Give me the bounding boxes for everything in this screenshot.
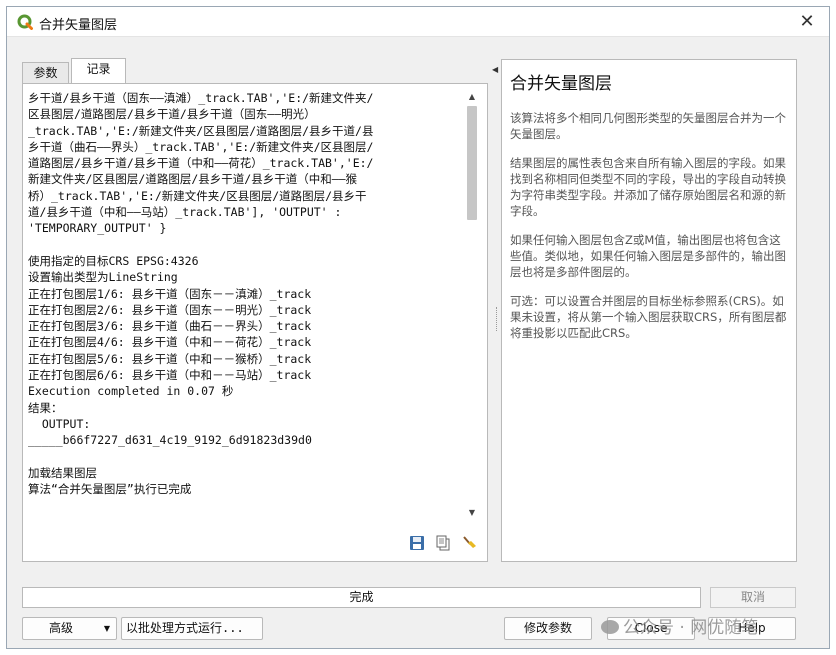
- help-title: 合并矢量图层: [510, 74, 612, 94]
- chevron-down-icon: ▼: [103, 624, 110, 633]
- watermark: 公众号 · 网优随笔: [601, 613, 758, 638]
- log-line: 乡干道（曲石——界头）_track.TAB','E:/新建文件夹/区县图层/: [28, 139, 374, 154]
- log-line: 正在打包图层5/6: 县乡干道（中和－－猴桥）_track: [28, 351, 312, 366]
- log-line: Execution completed in 0.07 秒: [28, 384, 234, 399]
- copy-icon[interactable]: [435, 535, 451, 551]
- watermark-text: 公众号 · 网优随笔: [623, 618, 759, 638]
- help-panel: 合并矢量图层 该算法将多个相同几何图形类型的矢量图层合并为一个矢量图层。 结果图…: [501, 59, 797, 562]
- log-line: 正在打包图层6/6: 县乡干道（中和－－马站）_track: [28, 368, 312, 383]
- advanced-dropdown-button[interactable]: 高级 ▼: [22, 617, 117, 640]
- window-title: 合并矢量图层: [39, 18, 118, 33]
- log-text: 乡干道/县乡干道（固东——滇滩）_track.TAB','E:/新建文件夹/区县…: [28, 90, 464, 520]
- scroll-down-arrow-icon[interactable]: ▼: [465, 506, 479, 520]
- log-line: 正在打包图层4/6: 县乡干道（中和－－荷花）_track: [28, 335, 312, 350]
- log-line: 算法“合并矢量图层”执行已完成: [28, 482, 192, 497]
- collapse-panel-arrow-icon[interactable]: ◀: [492, 65, 498, 74]
- save-icon[interactable]: [409, 535, 425, 551]
- tab-log[interactable]: 记录: [71, 58, 126, 83]
- log-line: 正在打包图层1/6: 县乡干道（固东－－滇滩）_track: [28, 286, 312, 301]
- log-panel: 乡干道/县乡干道（固东——滇滩）_track.TAB','E:/新建文件夹/区县…: [22, 83, 488, 562]
- log-line: OUTPUT:: [28, 416, 91, 431]
- modify-parameters-button[interactable]: 修改参数: [504, 617, 592, 640]
- log-toolbar: [409, 535, 479, 553]
- title-bar: 合并矢量图层 ✕: [7, 7, 829, 37]
- log-line: 'TEMPORARY_OUTPUT' }: [28, 221, 167, 236]
- dialog-window: 合并矢量图层 ✕ 参数 记录 乡干道/县乡干道（固东——滇滩）_track.TA…: [6, 6, 830, 649]
- log-line: 道/县乡干道（中和——马站）_track.TAB'], 'OUTPUT' :: [28, 205, 342, 220]
- window-close-button[interactable]: ✕: [793, 9, 821, 35]
- scroll-up-arrow-icon[interactable]: ▲: [465, 90, 479, 104]
- scroll-thumb[interactable]: [467, 106, 477, 220]
- log-line: 道路图层/县乡干道/县乡干道（中和——荷花）_track.TAB','E:/: [28, 156, 374, 171]
- log-line: 加载结果图层: [28, 465, 97, 480]
- clear-broom-icon[interactable]: [461, 535, 477, 551]
- log-line: 使用指定的目标CRS EPSG:4326: [28, 253, 199, 268]
- qgis-icon: [17, 14, 33, 30]
- log-line: 正在打包图层3/6: 县乡干道（曲石－－界头）_track: [28, 319, 312, 334]
- log-line: 正在打包图层2/6: 县乡干道（固东－－明光）_track: [28, 302, 312, 317]
- help-paragraph: 可选：可以设置合并图层的目标坐标参照系(CRS)。如果未设置，将从第一个输入图层…: [510, 294, 787, 340]
- help-paragraph: 该算法将多个相同几何图形类型的矢量图层合并为一个矢量图层。: [510, 111, 786, 141]
- wechat-icon: [601, 620, 619, 634]
- progress-bar: 完成: [22, 587, 701, 608]
- log-line: _track.TAB','E:/新建文件夹/区县图层/道路图层/县乡干道/县: [28, 123, 374, 138]
- log-line: 桥）_track.TAB','E:/新建文件夹/区县图层/道路图层/县乡干: [28, 188, 367, 203]
- help-paragraph: 如果任何输入图层包含Z或M值，输出图层也将包含这些值。类似地，如果任何输入图层是…: [510, 233, 786, 279]
- panel-splitter[interactable]: [496, 307, 498, 331]
- tab-parameters[interactable]: 参数: [22, 62, 69, 83]
- log-line: 结果：: [28, 400, 63, 415]
- log-scrollbar[interactable]: ▲ ▼: [465, 90, 479, 520]
- run-batch-button[interactable]: 以批处理方式运行...: [121, 617, 263, 640]
- cancel-button[interactable]: 取消: [710, 587, 796, 608]
- log-line: 乡干道/县乡干道（固东——滇滩）_track.TAB','E:/新建文件夹/: [28, 91, 374, 105]
- help-paragraph: 结果图层的属性表包含来自所有输入图层的字段。如果找到名称相同但类型不同的字段，导…: [510, 156, 786, 218]
- log-line: _____b66f7227_d631_4c19_9192_6d91823d39d…: [28, 433, 312, 448]
- log-line: 区县图层/道路图层/县乡干道/县乡干道（固东——明光）: [28, 107, 316, 122]
- log-line: 设置输出类型为LineString: [28, 270, 178, 285]
- advanced-label: 高级: [49, 621, 74, 635]
- log-line: 新建文件夹/区县图层/道路图层/县乡干道/县乡干道（中和——猴: [28, 172, 358, 187]
